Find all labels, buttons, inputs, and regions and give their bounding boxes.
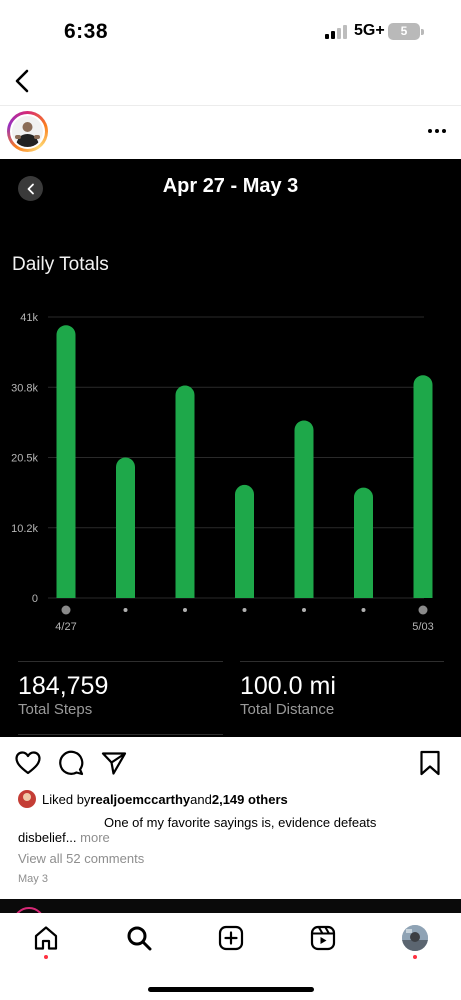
bar-base <box>294 588 314 598</box>
send-icon <box>101 752 127 775</box>
y-tick-label: 41k <box>20 312 38 324</box>
chevron-left-icon <box>27 183 34 194</box>
x-tick-dot <box>302 608 306 612</box>
bar <box>413 375 433 598</box>
avatar-figure-icon <box>12 116 43 147</box>
tab-profile[interactable] <box>402 925 428 951</box>
network-type: 5G+ <box>354 22 385 39</box>
stat-divider <box>18 734 223 735</box>
heart-icon <box>15 751 41 775</box>
comment-icon <box>59 750 84 776</box>
total-steps-value: 184,759 <box>18 672 109 700</box>
likes-row[interactable]: Liked by realjoemccarthy and 2,149 other… <box>18 790 288 808</box>
more-options-button[interactable] <box>424 118 450 144</box>
battery-nub <box>421 29 424 35</box>
bar-base <box>116 588 135 598</box>
chart-title: Daily Totals <box>12 254 109 275</box>
likes-others[interactable]: 2,149 others <box>212 792 288 807</box>
home-icon <box>34 926 58 950</box>
tab-search[interactable] <box>124 923 154 953</box>
x-tick-label: 4/27 <box>55 621 76 633</box>
y-tick-label: 30.8k <box>11 382 38 394</box>
bar-base <box>413 588 433 598</box>
home-indicator <box>148 987 314 992</box>
like-button[interactable] <box>13 749 43 777</box>
back-button[interactable] <box>8 66 36 96</box>
header-divider <box>0 105 461 106</box>
bar <box>235 484 254 598</box>
caption-line1: One of my favorite sayings is, evidence … <box>104 815 377 830</box>
bar-base <box>235 588 254 598</box>
liked-by-user[interactable]: realjoemccarthy <box>90 792 190 807</box>
x-tick-label: 5/03 <box>412 621 433 633</box>
bar <box>294 420 314 598</box>
bar <box>175 385 195 598</box>
y-tick-label: 10.2k <box>11 523 38 535</box>
view-comments-link[interactable]: View all 52 comments <box>18 851 144 866</box>
share-button[interactable] <box>99 749 129 777</box>
bar <box>116 457 135 598</box>
likes-conjunction: and <box>190 791 212 807</box>
caption-more-link[interactable]: more <box>77 830 110 845</box>
home-notification-dot <box>44 955 48 959</box>
tab-reels[interactable] <box>308 923 338 953</box>
comment-button[interactable] <box>56 749 86 777</box>
bar-base <box>354 588 373 598</box>
x-tick-dot <box>418 605 428 615</box>
battery-level: 5 <box>400 24 408 38</box>
next-post-preview <box>0 899 461 913</box>
tab-create[interactable] <box>216 923 246 953</box>
total-steps-label: Total Steps <box>18 701 93 718</box>
bar <box>56 325 76 598</box>
story-ring[interactable] <box>7 111 48 152</box>
x-tick-dot <box>183 608 187 612</box>
post-date: May 3 <box>18 873 48 885</box>
x-tick-dot <box>61 605 71 615</box>
status-time: 6:38 <box>64 20 109 43</box>
total-distance-label: Total Distance <box>240 701 335 718</box>
save-button[interactable] <box>415 749 445 777</box>
y-tick-label: 0 <box>32 593 38 605</box>
bar-base <box>175 588 195 598</box>
liked-by-avatar[interactable] <box>18 790 36 808</box>
user-avatar[interactable] <box>10 114 45 149</box>
y-tick-label: 20.5k <box>11 453 38 465</box>
search-icon <box>127 926 152 951</box>
chart-back-button <box>18 176 43 201</box>
battery-icon: 5 <box>388 23 420 40</box>
date-range: Apr 27 - May 3 <box>162 175 299 197</box>
profile-avatar <box>402 925 428 951</box>
signal-icon <box>325 25 349 39</box>
plus-square-icon <box>218 925 244 951</box>
daily-totals-chart: 0 10.2k 20.5k 30.8k 41k 4/27 5/03 <box>11 312 434 633</box>
ellipsis-icon <box>428 129 446 133</box>
total-distance-stat: 100.0 mi Total Distance <box>240 661 444 737</box>
total-distance-value: 100.0 mi <box>240 672 336 700</box>
likes-prefix: Liked by <box>42 791 91 807</box>
reels-icon <box>310 925 336 951</box>
x-tick-dot <box>242 608 247 612</box>
bookmark-icon <box>420 750 440 776</box>
caption-line2-text: disbelief... <box>18 830 77 845</box>
chevron-left-icon <box>15 69 29 93</box>
status-bar: 6:38 5G+ 5 <box>0 0 461 62</box>
x-tick-dot <box>123 608 128 612</box>
bar-base <box>56 588 76 598</box>
bar <box>354 487 373 598</box>
post-image[interactable]: Apr 27 - May 3 Daily Totals 0 10.2k 20.5k 3… <box>0 159 461 737</box>
tab-bar <box>0 913 461 1000</box>
caption-line2: disbelief... more <box>18 830 110 845</box>
x-tick-dot <box>361 608 366 612</box>
profile-notification-dot <box>413 955 417 959</box>
total-steps-stat: 184,759 Total Steps <box>18 661 223 737</box>
tab-home[interactable] <box>31 923 61 953</box>
